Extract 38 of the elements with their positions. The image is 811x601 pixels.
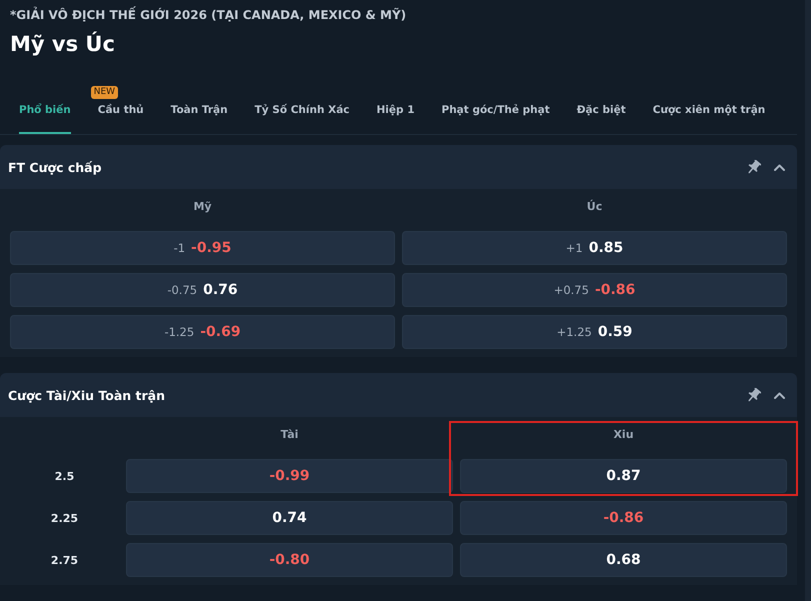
line-label: 2.25 [50, 512, 78, 524]
chevron-up-icon[interactable] [774, 164, 785, 170]
market-header[interactable]: Cược Tài/Xiu Toàn trận [0, 373, 797, 417]
line-label: 2.5 [54, 470, 74, 482]
tab[interactable]: Phạt góc/Thẻ phạt [442, 102, 550, 134]
odds-button[interactable]: -0.75 0.76 [10, 273, 395, 307]
odds-button[interactable]: -1.25 -0.69 [10, 315, 395, 349]
odds-button[interactable]: 0.68 [460, 543, 787, 577]
match-title: Mỹ vs Úc [10, 30, 115, 58]
odds-button[interactable]: +1.25 0.59 [402, 315, 787, 349]
tab[interactable]: Hiệp 1 [376, 102, 415, 134]
tab[interactable]: Phổ biến [19, 102, 71, 134]
league-title: *GIẢI VÔ ĐỊCH THẾ GIỚI 2026 (TẠI CANADA, MEXICO & MỸ) [10, 8, 406, 23]
column-header: Úc [586, 200, 602, 212]
chevron-up-icon[interactable] [774, 392, 785, 398]
tab[interactable]: Đặc biệt [576, 102, 626, 134]
odds-button[interactable]: 0.74 [126, 501, 453, 535]
pin-icon[interactable] [746, 388, 761, 402]
odds-button[interactable]: 0.87 [460, 459, 787, 493]
market-title: Cược Tài/Xiu Toàn trận [8, 388, 166, 402]
market-title: FT Cược chấp [8, 160, 102, 174]
odds-button[interactable]: -0.80 [126, 543, 453, 577]
line-label: 2.75 [50, 554, 78, 566]
column-header: Mỹ [193, 200, 212, 212]
new-badge: NEW [90, 86, 118, 99]
market-header[interactable]: FT Cược chấp [0, 145, 797, 189]
tab[interactable]: Cược xiên một trận [652, 102, 766, 134]
odds-button[interactable]: +1 0.85 [402, 231, 787, 265]
odds-button[interactable]: -1 -0.95 [10, 231, 395, 265]
pin-icon[interactable] [746, 160, 761, 174]
tab[interactable]: Tỷ Số Chính Xác [254, 102, 350, 134]
tab[interactable]: Cầu thủ [98, 102, 144, 134]
odds-button[interactable]: -0.99 [126, 459, 453, 493]
tab[interactable]: Toàn Trận [170, 102, 228, 134]
odds-button[interactable]: -0.86 [460, 501, 787, 535]
column-header: Xiu [613, 428, 634, 440]
column-header: Tài [280, 428, 298, 440]
odds-button[interactable]: +0.75 -0.86 [402, 273, 787, 307]
